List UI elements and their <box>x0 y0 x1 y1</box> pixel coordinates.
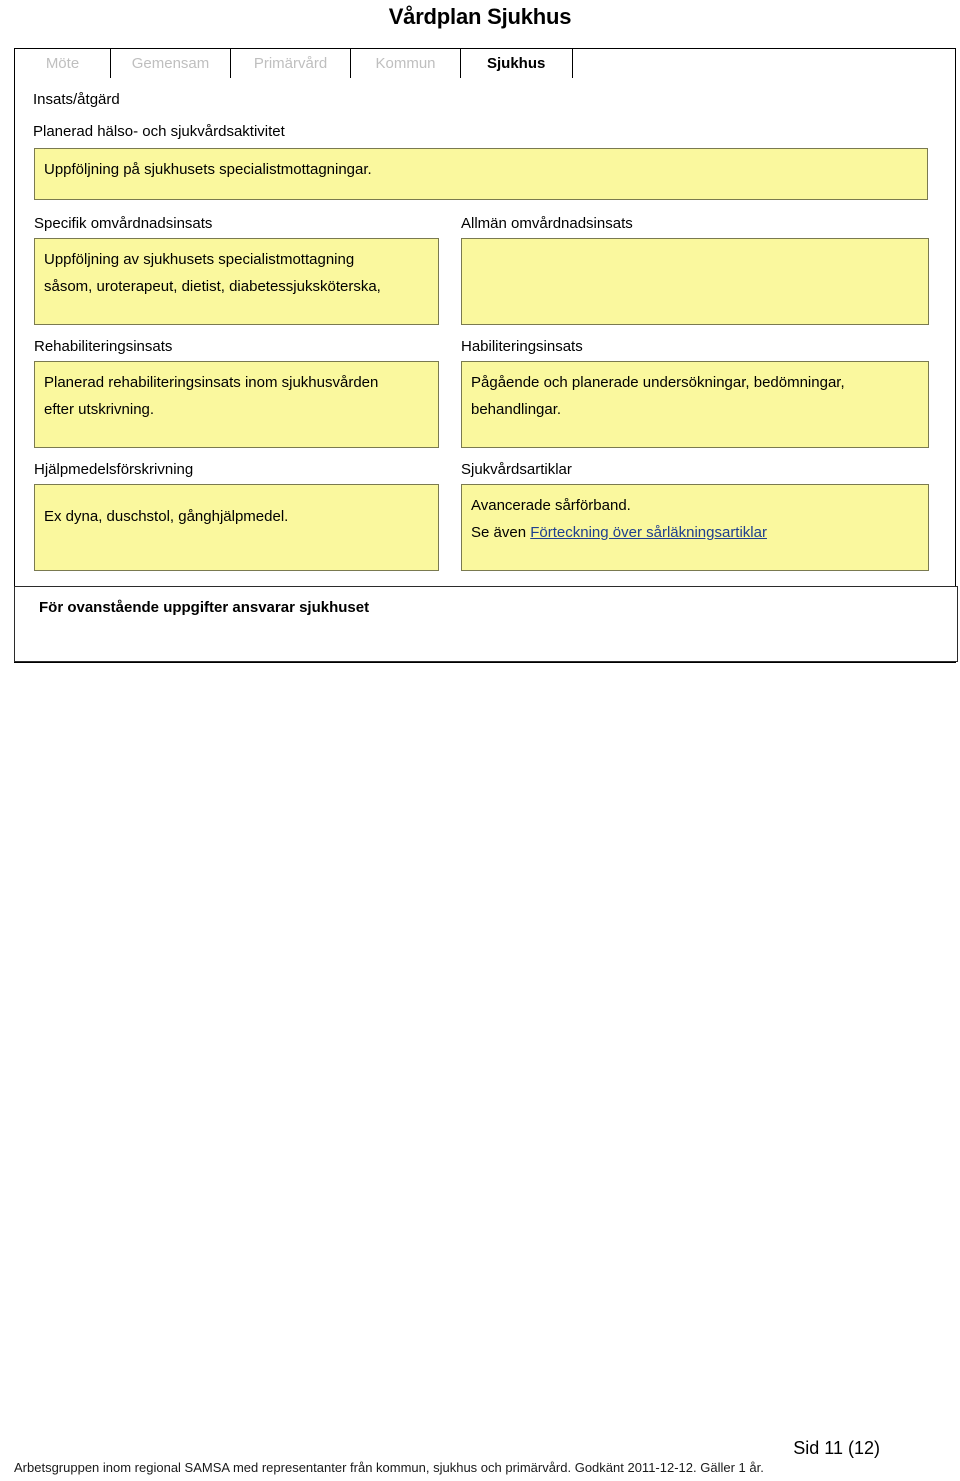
label-specifik-omvardnadsinsats: Specifik omvårdnadsinsats <box>34 215 213 232</box>
responsibility-text: För ovanstående uppgifter ansvarar sjukh… <box>39 599 370 616</box>
field-habiliteringsinsats[interactable]: Pågående och planerade undersökningar, b… <box>461 361 929 448</box>
responsibility-box: För ovanstående uppgifter ansvarar sjukh… <box>14 586 958 662</box>
field-value-line: Ex dyna, duschstol, gånghjälpmedel. <box>44 508 289 525</box>
field-value-line-link: Se även Förteckning över sårläkningsarti… <box>471 519 919 546</box>
tab-mote[interactable]: Möte <box>14 48 110 79</box>
tab-primarvard[interactable]: Primärvård <box>230 48 350 79</box>
field-value-line: Pågående och planerade undersökningar, b… <box>471 374 845 391</box>
label-hjalpmedelsforskrivning: Hjälpmedelsförskrivning <box>34 461 194 478</box>
field-value-line: såsom, uroterapeut, dietist, diabetessju… <box>44 278 381 295</box>
tab-bar: Möte Gemensam Primärvård Kommun Sjukhus <box>14 48 956 79</box>
label-habiliteringsinsats: Habiliteringsinsats <box>461 338 583 355</box>
tab-bar-filler <box>572 48 956 79</box>
field-planerad-aktivitet[interactable]: Uppföljning på sjukhusets specialistmott… <box>34 148 928 200</box>
page-number: Sid 11 (12) <box>793 1438 880 1458</box>
field-value-line: efter utskrivning. <box>44 401 155 418</box>
field-value-line: Avancerade sårförband. <box>471 497 631 514</box>
field-value-line: Uppföljning av sjukhusets specialistmott… <box>44 251 355 268</box>
field-rehabiliteringsinsats[interactable]: Planerad rehabiliteringsinsats inom sjuk… <box>34 361 439 448</box>
tab-gemensam[interactable]: Gemensam <box>110 48 230 79</box>
field-allman-omvardnadsinsats[interactable] <box>461 238 929 325</box>
sarlakningsartiklar-link[interactable]: Förteckning över sårläkningsartiklar <box>530 524 767 541</box>
field-value: Uppföljning på sjukhusets specialistmott… <box>44 161 372 178</box>
section-heading-insats: Insats/åtgärd <box>33 91 120 108</box>
field-value-line: Planerad rehabiliteringsinsats inom sjuk… <box>44 374 379 391</box>
field-value-line: behandlingar. <box>471 401 562 418</box>
field-sjukvardsartiklar[interactable]: Avancerade sårförband. Se även Förteckni… <box>461 484 929 571</box>
label-sjukvardsartiklar: Sjukvårdsartiklar <box>461 461 572 478</box>
label-rehabiliteringsinsats: Rehabiliteringsinsats <box>34 338 173 355</box>
sjukhus-panel: Insats/åtgärd Planerad hälso- och sjukvå… <box>14 78 958 663</box>
tab-sjukhus[interactable]: Sjukhus <box>460 48 572 79</box>
page-title: Vårdplan Sjukhus <box>388 4 572 29</box>
field-specifik-omvardnadsinsats[interactable]: Uppföljning av sjukhusets specialistmott… <box>34 238 439 325</box>
label-allman-omvardnadsinsats: Allmän omvårdnadsinsats <box>461 215 633 232</box>
label-planerad-aktivitet: Planerad hälso- och sjukvårdsaktivitet <box>33 123 285 140</box>
tab-kommun[interactable]: Kommun <box>350 48 460 79</box>
link-prefix-text: Se även <box>471 524 531 541</box>
field-hjalpmedelsforskrivning[interactable]: Ex dyna, duschstol, gånghjälpmedel. <box>34 484 439 571</box>
footer-note: Arbetsgruppen inom regional SAMSA med re… <box>14 1460 764 1475</box>
